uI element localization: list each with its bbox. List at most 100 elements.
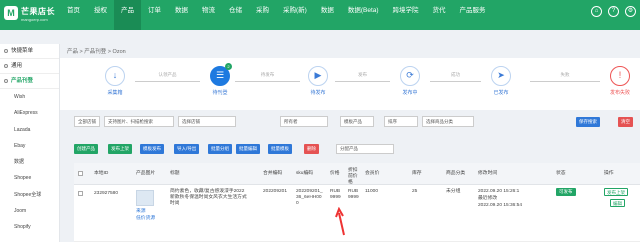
workflow-steps: ↓ 采集箱 ☰ 2 待刊登 ▶ 待发布 ⟳ 发布中 ➤ 已发布! 发布失败 认领产品 待发布 发布 成功 失败	[60, 58, 640, 110]
top-nav-bar: M 芒果店长 mangoerp.com 首页 授权 产品 订单 数据 物流 仓储 采购 采购(新…	[0, 0, 640, 30]
home-icon[interactable]: ⌂	[591, 6, 602, 17]
sidebar-item-6[interactable]: Shopee全球	[0, 187, 59, 203]
column-header-10: 修改时间	[478, 171, 498, 176]
nav-item-10[interactable]: 数据(Beta)	[341, 0, 386, 30]
row-title[interactable]: 简约素色，收藏/复古感泼漆手2022新款秋冬保温时尚女风衣大生活方式时尚	[170, 189, 248, 207]
step-0[interactable]: ↓ 采集箱	[95, 66, 135, 96]
sidebar-item-4[interactable]: 数据	[0, 154, 59, 170]
nav-item-9[interactable]: 数据	[314, 0, 341, 30]
nav-item-1[interactable]: 授权	[87, 0, 114, 30]
action-button-5[interactable]: 批量编辑	[236, 144, 260, 154]
sidebar-group-publish[interactable]: 产品刊登	[0, 74, 59, 89]
step-4[interactable]: ➤ 已发布	[481, 66, 521, 96]
nav-item-3[interactable]: 订单	[141, 0, 168, 30]
arrow-line	[335, 81, 390, 82]
nav-item-2[interactable]: 产品	[114, 0, 141, 30]
column-header-5: 价格	[330, 171, 340, 176]
source-link[interactable]: 来源	[136, 209, 146, 215]
nav-item-8[interactable]: 采购(新)	[276, 0, 314, 30]
step-icon: !	[610, 66, 630, 86]
cheap-source-link[interactable]: 低价货源	[136, 216, 155, 222]
nav-item-11[interactable]: 跨境学院	[386, 0, 426, 30]
step-label: 发布失败	[609, 90, 630, 96]
action-button-7[interactable]: 删除	[304, 144, 319, 154]
action-button-2[interactable]: 模板发布	[140, 144, 164, 154]
logo-mark: M	[4, 6, 18, 20]
step-arrow-2: 发布	[335, 72, 390, 82]
step-3[interactable]: ⟳ 发布中	[390, 66, 430, 96]
product-image[interactable]	[136, 190, 154, 206]
sidebar-group-general[interactable]: 通用	[0, 59, 59, 74]
column-header-2: 标题	[170, 171, 180, 176]
logo-name: 芒果店长	[21, 7, 55, 16]
sidebar-item-2[interactable]: Lazada	[0, 122, 59, 138]
nav-item-5[interactable]: 物流	[195, 0, 222, 30]
sidebar-group-quick[interactable]: 快捷菜单	[0, 44, 59, 59]
help-icon[interactable]: ?	[608, 6, 619, 17]
sidebar-group-label: 通用	[11, 62, 23, 69]
filter-3[interactable]: 所有者	[280, 116, 328, 127]
step-count-badge: 2	[225, 63, 232, 70]
row-checkbox[interactable]	[78, 191, 83, 196]
action-button-1[interactable]: 发布上架	[108, 144, 132, 154]
sidebar-item-7[interactable]: Joom	[0, 203, 59, 219]
top-icons: ⌂ ? ⚙	[591, 6, 636, 17]
filter-1[interactable]: 支持图片、扫描枪搜索	[104, 116, 174, 127]
column-header-8: 库存	[412, 171, 422, 176]
arrow-line	[135, 81, 200, 82]
save-search-button[interactable]: 保存搜索	[576, 117, 600, 127]
step-label: 待发布	[310, 90, 326, 96]
filter-4[interactable]: 模板产品	[340, 116, 374, 127]
clear-button[interactable]: 清空	[618, 117, 633, 127]
filter-5[interactable]: 排序	[384, 116, 418, 127]
filter-0[interactable]: 全部店铺	[74, 116, 100, 127]
sidebar-item-8[interactable]: Shopify	[0, 219, 59, 235]
filter-6[interactable]: 选择商品分类	[422, 116, 474, 127]
sidebar-item-1[interactable]: AliExpress	[0, 105, 59, 121]
settings-icon[interactable]: ⚙	[625, 6, 636, 17]
step-label: 已发布	[493, 90, 509, 96]
arrow-line	[235, 81, 300, 82]
filter-2[interactable]: 选择店铺	[178, 116, 236, 127]
sidebar-items: Wish AliExpress Lazada Ebay 数据 Shopee Shopee全球…	[0, 89, 59, 236]
column-header-6: 折扣前价格	[348, 168, 358, 185]
row-price: RUB 9999	[330, 189, 341, 200]
sidebar-item-0[interactable]: Wish	[0, 89, 59, 105]
header-checkbox[interactable]	[78, 171, 83, 176]
step-arrow-1: 待发布	[235, 72, 300, 82]
arrow-line	[530, 81, 600, 82]
nav-item-6[interactable]: 仓储	[222, 0, 249, 30]
action-button-3[interactable]: 导入/导出	[174, 144, 200, 154]
sidebar: 快捷菜单 通用 产品刊登 Wish AliExpress Lazada Ebay 数据 S…	[0, 44, 60, 242]
nav-item-0[interactable]: 首页	[60, 0, 87, 30]
column-header-3: 合并编码	[263, 171, 283, 176]
action-button-6[interactable]: 批量模板	[268, 144, 292, 154]
column-header-4: sku编码	[296, 171, 314, 176]
nav-item-7[interactable]: 采购	[249, 0, 276, 30]
step-label: 发布中	[402, 90, 418, 96]
step-2[interactable]: ▶ 待发布	[298, 66, 338, 96]
action-button-0[interactable]: 创建产品	[74, 144, 98, 154]
row-time-modified: 2022.09.20 15:36:54	[478, 203, 523, 208]
status-badge: 可发布	[556, 188, 576, 196]
publish-button[interactable]: 发布上架	[604, 188, 628, 196]
edit-button[interactable]: 编辑	[610, 199, 625, 207]
row-discount-price: RUB 9999	[348, 189, 359, 200]
step-icon: ⟳	[400, 66, 420, 86]
step-5[interactable]: ! 发布失败	[600, 66, 640, 96]
nav-item-13[interactable]: 产品服务	[453, 0, 493, 30]
row-time-label: 最近修改	[478, 196, 498, 201]
step-1[interactable]: ☰ 2 待刊登	[200, 63, 240, 96]
step-icon: ↓	[105, 66, 125, 86]
action-button-4[interactable]: 批量分组	[208, 144, 232, 154]
sidebar-item-5[interactable]: Shopee	[0, 170, 59, 186]
table-row[interactable]: 232927580 来源 低价货源 简约素色，收藏/复古感泼漆手2022新款秋冬…	[74, 185, 640, 242]
nav-item-12[interactable]: 货代	[426, 0, 453, 30]
nav-item-4[interactable]: 数据	[168, 0, 195, 30]
step-icon: ▶	[308, 66, 328, 86]
sidebar-group-label: 产品刊登	[11, 77, 34, 84]
app-logo[interactable]: M 芒果店长 mangoerp.com	[4, 4, 59, 26]
sidebar-item-3[interactable]: Ebay	[0, 138, 59, 154]
step-label: 采集箱	[107, 90, 123, 96]
group-select[interactable]: 分配产品	[336, 144, 394, 154]
